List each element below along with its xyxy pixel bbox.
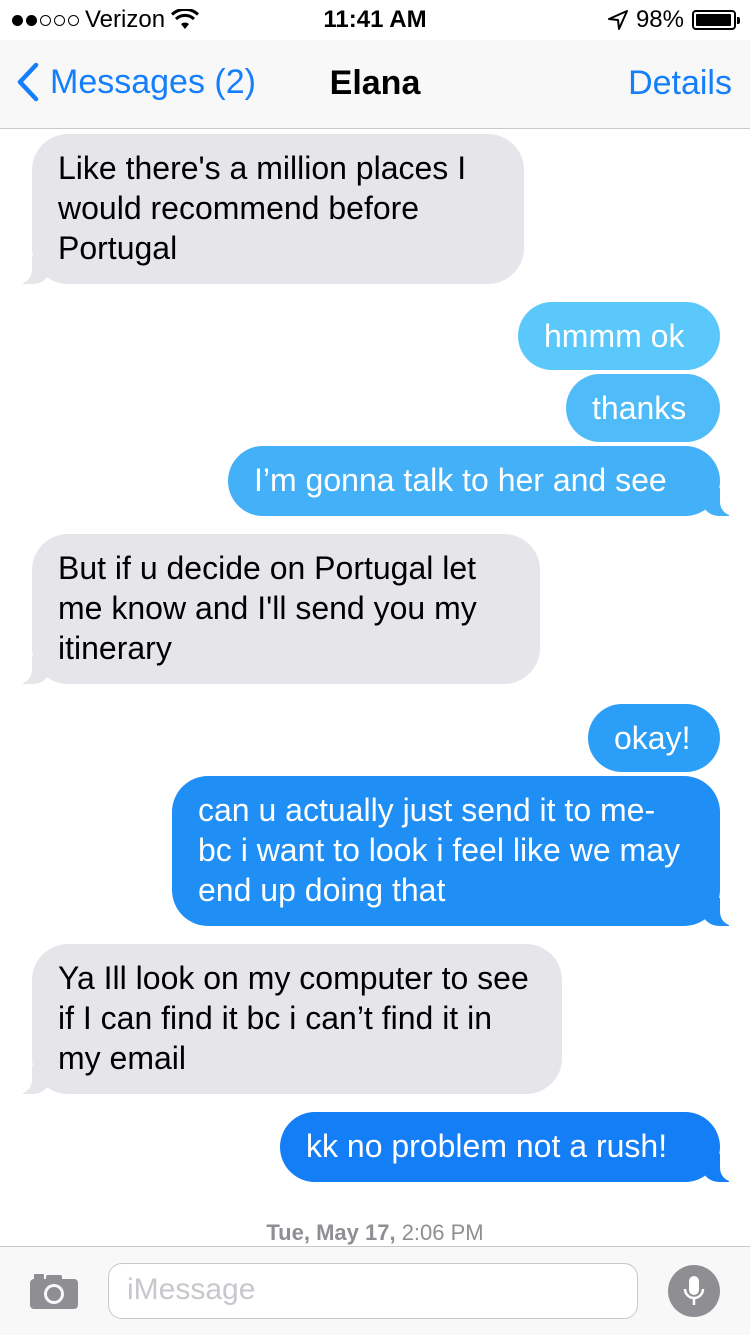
message-text: thanks [592, 390, 687, 426]
message-text: But if u decide on Portugal let me know … [58, 550, 477, 666]
message-bubble-outgoing[interactable]: kk no problem not a rush! [280, 1112, 744, 1182]
timestamp-day: Tue, May 17, [266, 1220, 396, 1245]
location-arrow-icon [607, 10, 628, 30]
message-text: can u actually just send it to me- bc i … [198, 792, 680, 908]
microphone-icon [683, 1276, 705, 1305]
message-bubble-incoming[interactable]: Ya Ill look on my computer to see if I c… [8, 944, 562, 1094]
message-bubble-outgoing[interactable]: thanks [566, 374, 720, 442]
navigation-bar: Messages (2) Elana Details [0, 40, 750, 129]
message-bubble-incoming[interactable]: But if u decide on Portugal let me know … [8, 534, 540, 684]
message-bubble-incoming[interactable]: Like there's a million places I would re… [8, 134, 524, 284]
message-text: hmmm ok [544, 318, 685, 354]
message-text: kk no problem not a rush! [306, 1128, 668, 1164]
message-bubble-outgoing[interactable]: can u actually just send it to me- bc i … [172, 776, 744, 926]
camera-icon [30, 1274, 78, 1309]
imessage-input[interactable]: iMessage [108, 1263, 638, 1319]
message-text: Like there's a million places I would re… [58, 150, 467, 266]
message-bubble-outgoing[interactable]: hmmm ok [518, 302, 720, 370]
status-bar: Verizon 11:41 AM 98% [0, 0, 750, 40]
message-bubble-outgoing[interactable]: okay! [588, 704, 720, 772]
camera-button[interactable] [28, 1271, 80, 1316]
message-text: I’m gonna talk to her and see [254, 462, 667, 498]
details-button[interactable]: Details [628, 64, 732, 103]
microphone-button[interactable] [668, 1265, 720, 1317]
battery-level [696, 14, 732, 26]
message-text: Ya Ill look on my computer to see if I c… [58, 960, 529, 1076]
message-timestamp: Tue, May 17, 2:06 PM [0, 1220, 750, 1246]
battery-icon [692, 10, 740, 30]
timestamp-time: 2:06 PM [401, 1220, 484, 1245]
battery-percent: 98% [635, 6, 684, 33]
message-text: okay! [614, 720, 691, 756]
battery-group: 98% [607, 6, 740, 34]
message-bubble-outgoing[interactable]: I’m gonna talk to her and see [228, 446, 744, 516]
message-input-bar: iMessage [0, 1246, 750, 1335]
